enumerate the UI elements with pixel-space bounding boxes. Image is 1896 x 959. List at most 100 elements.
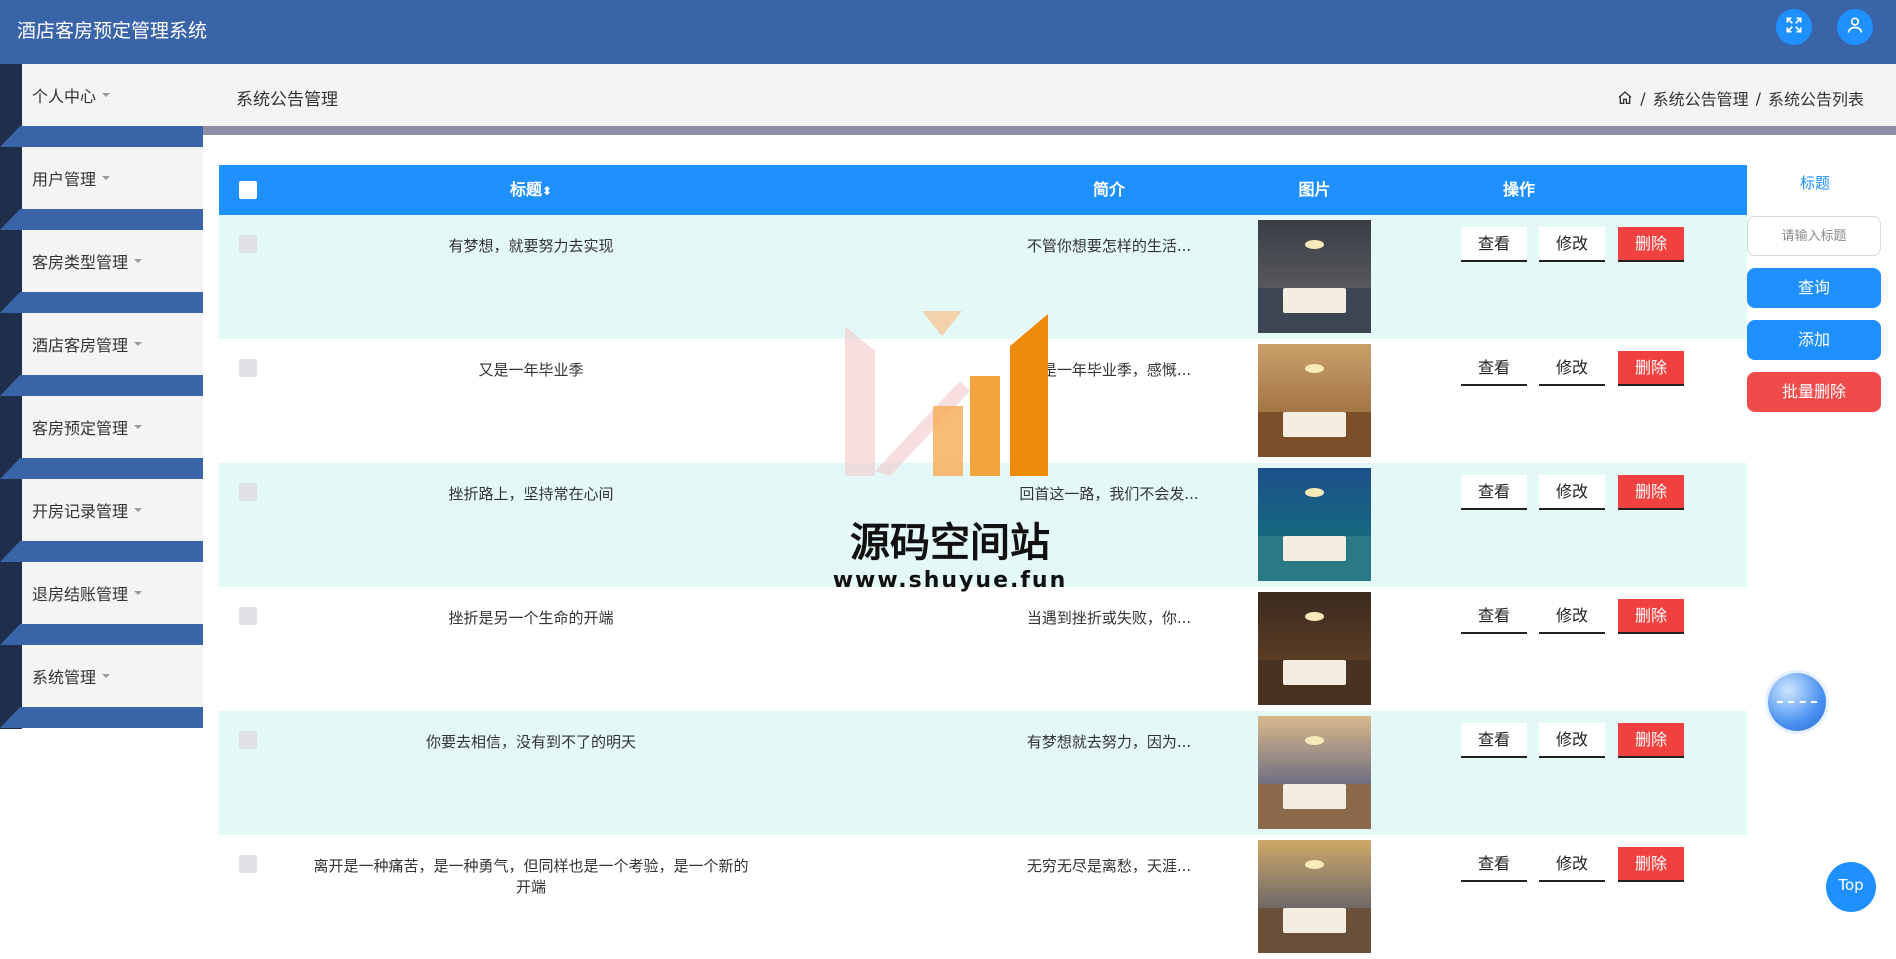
user-menu-button[interactable] <box>1837 9 1873 45</box>
row-checkbox[interactable] <box>239 607 257 625</box>
back-to-top-button[interactable]: Top <box>1826 862 1876 912</box>
sidebar: 个人中心 用户管理 客房类型管理 酒店客房管理 客房预定管理 开房记录管理 退房… <box>0 64 203 906</box>
row-checkbox[interactable] <box>239 855 257 873</box>
column-header-title[interactable]: 标题⬍ <box>309 165 753 215</box>
edit-button[interactable]: 修改 <box>1539 847 1605 882</box>
table-row: 挫折是另一个生命的开端 当遇到挫折或失败，你... 查看 修改 删除 <box>219 587 1747 711</box>
row-title: 挫折是另一个生命的开端 <box>448 609 614 627</box>
delete-button[interactable]: 删除 <box>1618 847 1684 882</box>
sidebar-item-label: 客房类型管理 <box>32 253 129 272</box>
title-search-input[interactable] <box>1747 216 1881 256</box>
row-checkbox[interactable] <box>239 731 257 749</box>
column-header-image: 图片 <box>1298 180 1331 199</box>
sidebar-item-room-booking-management[interactable]: 客房预定管理 <box>22 396 203 458</box>
search-field-label: 标题 <box>1799 174 1830 192</box>
view-button[interactable]: 查看 <box>1461 227 1527 262</box>
view-button[interactable]: 查看 <box>1461 723 1527 758</box>
row-title: 挫折路上，坚持常在心间 <box>448 485 614 503</box>
expand-arrows-icon <box>1784 15 1804 39</box>
edit-button[interactable]: 修改 <box>1539 475 1605 510</box>
delete-button[interactable]: 删除 <box>1618 227 1684 262</box>
dashes-icon <box>1777 701 1817 703</box>
edit-button[interactable]: 修改 <box>1539 227 1605 262</box>
breadcrumb-item-current: 系统公告列表 <box>1767 90 1864 109</box>
row-intro: 不管你想要怎样的生活... <box>1026 237 1192 255</box>
row-image[interactable] <box>1258 468 1371 581</box>
row-checkbox[interactable] <box>239 235 257 253</box>
sort-icon: ⬍ <box>541 184 553 198</box>
sidebar-item-label: 系统管理 <box>32 668 97 687</box>
sidebar-item-label: 个人中心 <box>32 87 97 106</box>
sidebar-item-label: 开房记录管理 <box>32 502 129 521</box>
row-title: 又是一年毕业季 <box>478 361 584 379</box>
caret-down-icon <box>102 176 111 180</box>
fullscreen-button[interactable] <box>1776 9 1812 45</box>
row-title: 你要去相信，没有到不了的明天 <box>425 733 636 751</box>
table-row: 你要去相信，没有到不了的明天 有梦想就去努力，因为... 查看 修改 删除 <box>219 711 1747 835</box>
row-image[interactable] <box>1258 344 1371 457</box>
row-intro: 有梦想就去努力，因为... <box>1026 733 1192 751</box>
sidebar-item-checkin-record-management[interactable]: 开房记录管理 <box>22 479 203 541</box>
sidebar-divider <box>0 541 203 562</box>
breadcrumb: / 系统公告管理 / 系统公告列表 <box>1617 86 1864 110</box>
sidebar-divider <box>0 375 203 396</box>
sidebar-item-system-management[interactable]: 系统管理 <box>22 645 203 707</box>
query-button[interactable]: 查询 <box>1747 268 1881 308</box>
caret-down-icon <box>134 342 143 346</box>
watermark: 源码空间站 www.shuyue.fun <box>830 306 1070 596</box>
row-title: 有梦想，就要努力去实现 <box>448 237 614 255</box>
column-header-actions: 操作 <box>1502 180 1535 199</box>
breadcrumb-separator: / <box>1640 88 1646 108</box>
row-intro: 当遇到挫折或失败，你... <box>1026 609 1192 627</box>
column-title-label: 标题 <box>509 180 542 199</box>
batch-delete-button[interactable]: 批量删除 <box>1747 372 1881 412</box>
floating-assistant-ball[interactable] <box>1768 673 1826 731</box>
delete-button[interactable]: 删除 <box>1618 351 1684 386</box>
delete-button[interactable]: 删除 <box>1618 475 1684 510</box>
sidebar-item-label: 退房结账管理 <box>32 585 129 604</box>
select-all-checkbox[interactable] <box>239 181 257 199</box>
row-image[interactable] <box>1258 592 1371 705</box>
row-checkbox[interactable] <box>239 359 257 377</box>
sidebar-item-user-management[interactable]: 用户管理 <box>22 147 203 209</box>
watermark-url: www.shuyue.fun <box>832 568 1068 593</box>
view-button[interactable]: 查看 <box>1461 847 1527 882</box>
row-title: 离开是一种痛苦，是一种勇气，但同样也是一个考验，是一个新的开端 <box>313 857 749 896</box>
sidebar-item-label: 用户管理 <box>32 170 97 189</box>
row-image[interactable] <box>1258 220 1371 333</box>
view-button[interactable]: 查看 <box>1461 475 1527 510</box>
row-intro: 无穷无尽是离愁，天涯... <box>1026 857 1192 875</box>
sidebar-divider <box>0 624 203 645</box>
sidebar-item-checkout-management[interactable]: 退房结账管理 <box>22 562 203 624</box>
row-checkbox[interactable] <box>239 483 257 501</box>
sidebar-item-personal-center[interactable]: 个人中心 <box>22 64 203 126</box>
sidebar-divider <box>0 126 203 147</box>
edit-button[interactable]: 修改 <box>1539 351 1605 386</box>
row-image[interactable] <box>1258 716 1371 829</box>
caret-down-icon <box>134 508 143 512</box>
user-icon <box>1845 15 1865 39</box>
page-header: 系统公告管理 / 系统公告管理 / 系统公告列表 <box>203 64 1896 126</box>
caret-down-icon <box>102 93 111 97</box>
watermark-logo <box>845 311 1048 476</box>
caret-down-icon <box>134 591 143 595</box>
row-image[interactable] <box>1258 840 1371 953</box>
view-button[interactable]: 查看 <box>1461 599 1527 634</box>
sidebar-item-room-type-management[interactable]: 客房类型管理 <box>22 230 203 292</box>
view-button[interactable]: 查看 <box>1461 351 1527 386</box>
add-button[interactable]: 添加 <box>1747 320 1881 360</box>
sidebar-item-label: 客房预定管理 <box>32 419 129 438</box>
breadcrumb-item[interactable]: 系统公告管理 <box>1653 86 1749 110</box>
header-divider <box>203 126 1896 135</box>
edit-button[interactable]: 修改 <box>1539 723 1605 758</box>
sidebar-divider <box>0 209 203 230</box>
watermark-name: 源码空间站 <box>850 520 1050 566</box>
delete-button[interactable]: 删除 <box>1618 723 1684 758</box>
table-header: 标题⬍ 简介 图片 操作 <box>219 165 1747 215</box>
caret-down-icon <box>102 674 111 678</box>
column-header-intro: 简介 <box>1092 180 1125 199</box>
edit-button[interactable]: 修改 <box>1539 599 1605 634</box>
sidebar-item-hotel-room-management[interactable]: 酒店客房管理 <box>22 313 203 375</box>
delete-button[interactable]: 删除 <box>1618 599 1684 634</box>
home-icon[interactable] <box>1617 90 1633 106</box>
